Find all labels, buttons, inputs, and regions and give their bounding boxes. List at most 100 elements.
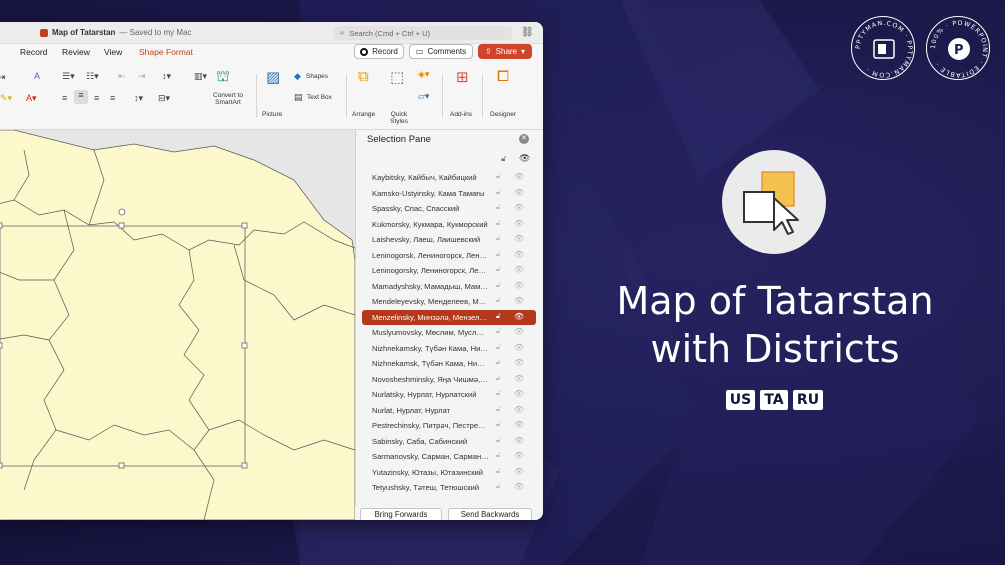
visibility-eye-icon[interactable]: 👁︎	[514, 405, 524, 414]
lock-icon[interactable]: 🔓︎	[496, 173, 501, 181]
visibility-eye-icon[interactable]: 👁︎	[514, 312, 524, 321]
send-backwards-button[interactable]: Send Backwards	[448, 508, 532, 520]
visibility-eye-icon[interactable]: 👁︎	[514, 451, 524, 460]
menu-review[interactable]: Review	[62, 47, 90, 57]
arrange-label[interactable]: Arrange	[352, 111, 375, 118]
lock-icon[interactable]: 🔓︎	[496, 204, 501, 212]
layer-row[interactable]: Menzelinsky, Минзәлә, Мензелинский 🔓︎ 👁︎	[362, 309, 536, 325]
smartart-icon[interactable]: ⛫	[216, 68, 230, 87]
shapes-label[interactable]: Shapes	[306, 73, 328, 80]
align-left-icon[interactable]: ≡	[62, 93, 67, 103]
visibility-eye-icon[interactable]: 👁︎	[514, 389, 524, 398]
lock-icon[interactable]: 🔓︎	[496, 390, 501, 398]
lock-icon[interactable]: 🔓︎	[496, 313, 501, 321]
visibility-eye-icon[interactable]: 👁︎	[514, 467, 524, 476]
quick-styles-label[interactable]: Quick Styles	[388, 111, 410, 125]
visibility-eye-icon[interactable]: 👁︎	[514, 281, 524, 290]
align-text-icon[interactable]: ⊟▾	[158, 93, 170, 104]
layer-row[interactable]: Yutazinsky, Ютазы, Ютазинский 🔓︎ 👁︎	[362, 465, 536, 481]
lock-icon[interactable]: 🔓︎	[496, 220, 501, 228]
designer-icon[interactable]: ⧠	[497, 68, 509, 85]
layer-row[interactable]: Nizhnekamsk, Түбән Кама, Нижнекамск 🔓︎ 👁︎	[362, 356, 536, 372]
text-effects-icon[interactable]: A	[34, 71, 40, 81]
comments-button[interactable]: ▭ Comments	[409, 44, 473, 59]
visibility-eye-icon[interactable]: 👁︎	[514, 250, 524, 259]
show-all-eye-icon[interactable]: 👁︎	[519, 153, 530, 164]
align-right-icon[interactable]: ≡	[94, 93, 99, 103]
picture-icon[interactable]: ▨	[266, 68, 280, 86]
visibility-eye-icon[interactable]: 👁︎	[514, 374, 524, 383]
layer-row[interactable]: Nurlat, Нурлат, Нурлат 🔓︎ 👁︎	[362, 403, 536, 419]
add-ins-icon[interactable]: ⊞	[456, 68, 469, 86]
lock-icon[interactable]: 🔓︎	[496, 266, 501, 274]
increase-indent-icon[interactable]: ⇥	[138, 71, 146, 82]
layer-row[interactable]: Kaybitsky, Кайбыч, Кайбицкий 🔓︎ 👁︎	[362, 170, 536, 186]
lock-icon[interactable]: 🔓︎	[496, 235, 501, 243]
visibility-eye-icon[interactable]: 👁︎	[514, 327, 524, 336]
visibility-eye-icon[interactable]: 👁︎	[514, 203, 524, 212]
share-button[interactable]: ⇪ Share ▾	[478, 44, 532, 59]
layer-row[interactable]: Spassky, Спас, Спасский 🔓︎ 👁︎	[362, 201, 536, 217]
layer-row[interactable]: Leninogorsky, Лениногорск, Лениногорский…	[362, 263, 536, 279]
lock-icon[interactable]: 🔓︎	[496, 297, 501, 305]
lock-icon[interactable]: 🔓︎	[496, 421, 501, 429]
columns-icon[interactable]: ▥▾	[194, 71, 207, 82]
visibility-eye-icon[interactable]: 👁︎	[514, 172, 524, 181]
layer-row[interactable]: Sabinsky, Саба, Сабинский 🔓︎ 👁︎	[362, 434, 536, 450]
designer-label[interactable]: Designer	[490, 111, 516, 118]
visibility-eye-icon[interactable]: 👁︎	[514, 234, 524, 243]
record-button[interactable]: Record	[354, 44, 404, 59]
layer-row[interactable]: Kamsko-Ustyinsky, Кама Тамағы 🔓︎ 👁︎	[362, 186, 536, 202]
visibility-eye-icon[interactable]: 👁︎	[514, 343, 524, 352]
visibility-eye-icon[interactable]: 👁︎	[514, 265, 524, 274]
lock-icon[interactable]: 🔓︎	[496, 189, 501, 197]
visibility-eye-icon[interactable]: 👁︎	[514, 358, 524, 367]
justify-icon[interactable]: ≡	[110, 93, 115, 103]
decrease-indent-icon[interactable]: ⇤	[118, 71, 126, 82]
lock-all-icon[interactable]: 🔓︎	[501, 154, 506, 164]
close-icon[interactable]: ✕	[519, 134, 529, 144]
visibility-eye-icon[interactable]: 👁︎	[514, 219, 524, 228]
lock-icon[interactable]: 🔓︎	[496, 344, 501, 352]
menu-shape-format[interactable]: Shape Format	[139, 47, 193, 57]
visibility-eye-icon[interactable]: 👁︎	[514, 420, 524, 429]
shapes-icon[interactable]: ◆	[294, 71, 301, 82]
layer-row[interactable]: Leninogorsk, Лениногорск, Лениногорск 🔓︎ 👁…	[362, 248, 536, 264]
layer-row[interactable]: Novosheshminsky, Яңа Чишмә, Новошешминск…	[362, 372, 536, 388]
menu-record[interactable]: Record	[20, 47, 47, 57]
map-of-tatarstan[interactable]	[0, 130, 355, 520]
lock-icon[interactable]: 🔓︎	[496, 282, 501, 290]
lock-icon[interactable]: 🔓︎	[496, 437, 501, 445]
bullets-icon[interactable]: ☰▾	[62, 71, 75, 82]
layer-row[interactable]: Nizhnekamsky, Түбән Кама, Нижнекамский 🔓︎…	[362, 341, 536, 357]
quick-styles-icon[interactable]: ⬚	[390, 68, 404, 86]
lock-icon[interactable]: 🔓︎	[496, 251, 501, 259]
text-direction-icon[interactable]: ↕▾	[134, 93, 143, 104]
text-box-icon[interactable]: ▤	[294, 92, 303, 103]
lock-icon[interactable]: 🔓︎	[496, 483, 501, 491]
lock-icon[interactable]: 🔓︎	[496, 359, 501, 367]
convert-smartart-label[interactable]: Convert to SmartArt	[208, 92, 248, 106]
highlight-icon[interactable]: ✎▾	[0, 93, 12, 104]
visibility-eye-icon[interactable]: 👁︎	[514, 188, 524, 197]
line-spacing-icon[interactable]: ↕▾	[162, 71, 171, 82]
font-color-icon[interactable]: A▾	[26, 93, 37, 104]
document-save-status[interactable]: — Saved to my Mac	[119, 28, 191, 37]
lock-icon[interactable]: 🔓︎	[496, 452, 501, 460]
visibility-eye-icon[interactable]: 👁︎	[514, 436, 524, 445]
picture-label[interactable]: Picture	[262, 111, 282, 118]
layer-row[interactable]: Muslyumovsky, Мөслим, Муслюмовский 🔓︎ 👁︎	[362, 325, 536, 341]
search-input[interactable]: ⌕ Search (Cmd + Ctrl + U)	[334, 26, 512, 40]
layer-row[interactable]: Mamadyshsky, Мамадыш, Мамадышский 🔓︎ 👁︎	[362, 279, 536, 295]
numbering-icon[interactable]: ☷▾	[86, 71, 99, 82]
arrange-icon[interactable]: ⧉	[358, 68, 369, 85]
indent-icon[interactable]: ⇥	[0, 72, 6, 83]
lock-icon[interactable]: 🔓︎	[496, 328, 501, 336]
text-box-label[interactable]: Text Box	[307, 94, 332, 101]
add-ins-label[interactable]: Add-ins	[450, 111, 472, 118]
lock-icon[interactable]: 🔓︎	[496, 375, 501, 383]
visibility-eye-icon[interactable]: 👁︎	[514, 296, 524, 305]
layer-row[interactable]: Laishevsky, Лаеш, Лаишевский 🔓︎ 👁︎	[362, 232, 536, 248]
layer-row[interactable]: Mendeleyevsky, Менделеев, Менделеевский 🔓…	[362, 294, 536, 310]
layer-row[interactable]: Sarmanovsky, Сарман, Сармановский 🔓︎ 👁︎	[362, 449, 536, 465]
